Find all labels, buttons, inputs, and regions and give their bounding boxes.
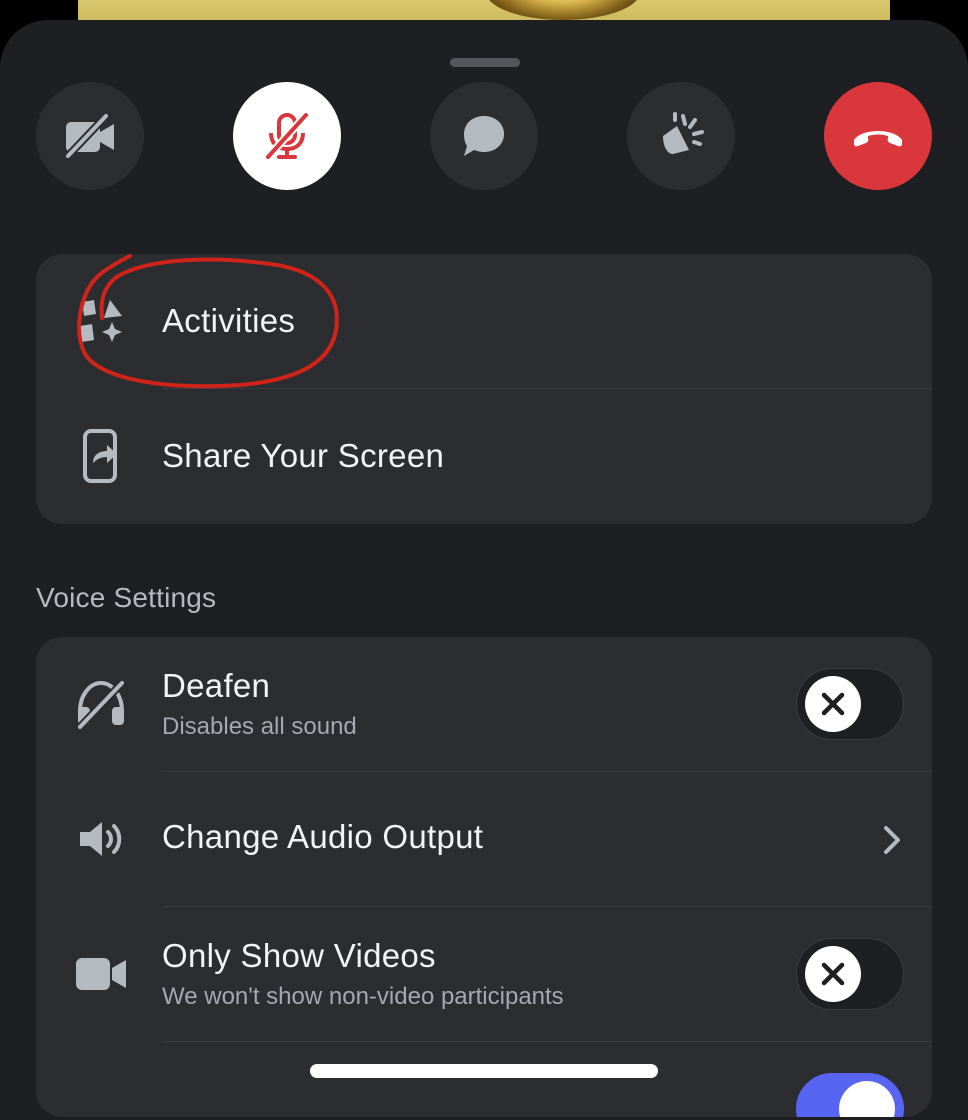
drag-handle[interactable] xyxy=(450,58,520,67)
mic-muted-icon xyxy=(265,112,309,160)
deafen-description: Disables all sound xyxy=(162,713,357,740)
activities-label: Activities xyxy=(162,302,296,339)
activities-row[interactable]: Activities xyxy=(36,254,932,388)
close-icon xyxy=(821,692,845,716)
actions-card: Activities Share Your Screen xyxy=(36,254,932,524)
camera-off-icon xyxy=(65,113,114,159)
only-videos-row: Only Show Videos We won't show non-video… xyxy=(36,907,932,1041)
toggle-knob xyxy=(839,1081,895,1117)
hang-up-icon xyxy=(854,131,902,147)
toggle-knob xyxy=(805,676,861,732)
close-icon xyxy=(821,962,845,986)
soundboard-icon xyxy=(663,112,704,154)
next-setting-toggle[interactable] xyxy=(796,1073,904,1117)
share-screen-row[interactable]: Share Your Screen xyxy=(36,389,932,524)
mute-button[interactable] xyxy=(233,82,341,190)
deafen-row: Deafen Disables all sound xyxy=(36,637,932,771)
soundboard-button[interactable] xyxy=(627,82,735,190)
deafen-toggle[interactable] xyxy=(796,668,904,740)
coin-image xyxy=(486,0,640,20)
share-screen-icon xyxy=(74,429,128,483)
voice-settings-header: Voice Settings xyxy=(36,582,217,613)
activities-icon xyxy=(74,294,128,348)
camera-toggle-button[interactable] xyxy=(36,82,144,190)
audio-output-label: Change Audio Output xyxy=(162,818,484,855)
voice-settings-card: Deafen Disables all sound Change Audio O… xyxy=(36,637,932,1117)
headphones-off-icon xyxy=(74,677,128,731)
leave-call-button[interactable] xyxy=(824,82,932,190)
only-videos-description: We won't show non-video participants xyxy=(162,983,564,1010)
home-indicator xyxy=(310,1064,658,1078)
chat-bubble-icon xyxy=(464,116,504,156)
chat-button[interactable] xyxy=(430,82,538,190)
chevron-right-icon xyxy=(884,826,900,854)
share-screen-label: Share Your Screen xyxy=(162,437,445,474)
speaker-icon xyxy=(74,812,128,866)
next-setting-row xyxy=(36,1042,932,1117)
only-videos-toggle[interactable] xyxy=(796,938,904,1010)
only-videos-label: Only Show Videos xyxy=(162,937,436,974)
deafen-label: Deafen xyxy=(162,667,271,704)
toggle-knob xyxy=(805,946,861,1002)
audio-output-row[interactable]: Change Audio Output xyxy=(36,772,932,906)
video-camera-icon xyxy=(74,947,128,1001)
